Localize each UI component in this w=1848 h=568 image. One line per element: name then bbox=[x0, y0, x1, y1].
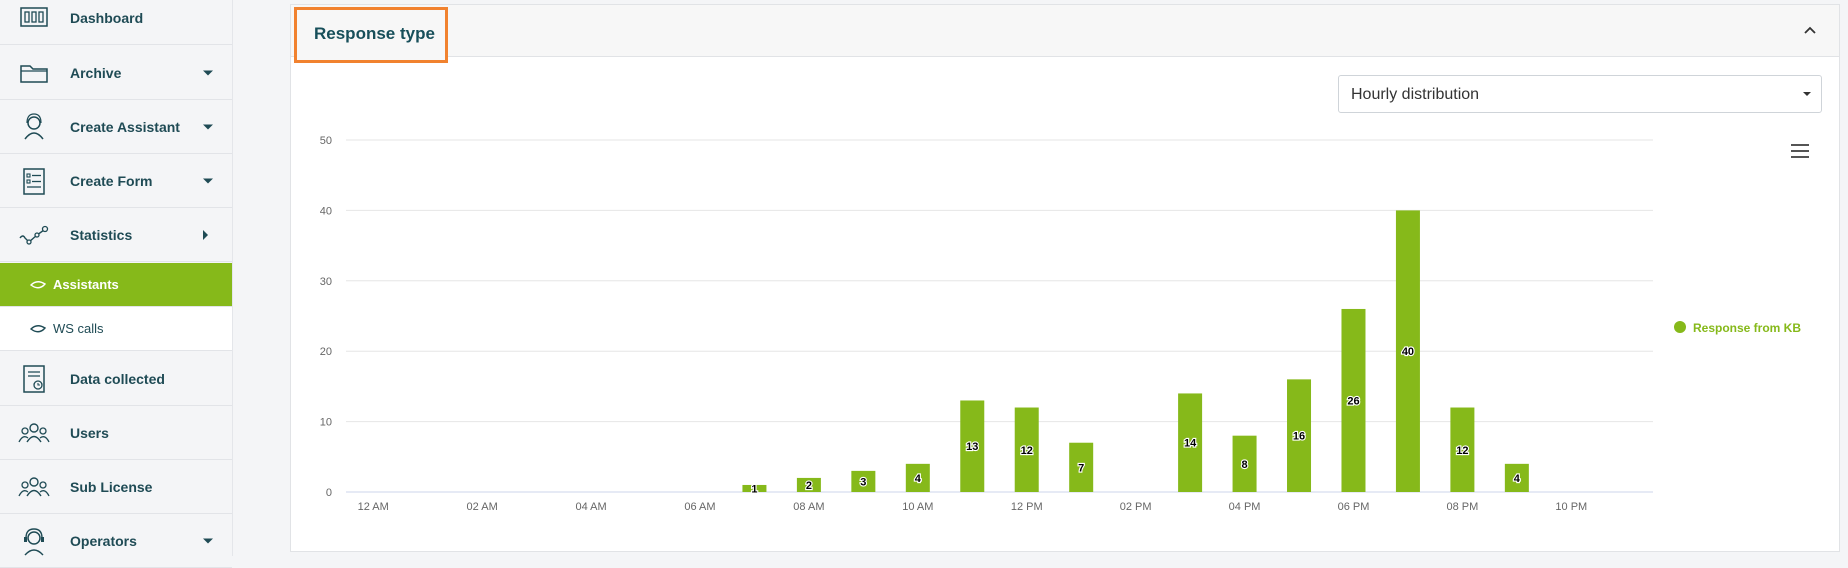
data-label: 3 bbox=[860, 476, 866, 488]
sidebar-subitem-ws-calls[interactable]: WS calls bbox=[0, 307, 232, 351]
x-tick-label: 02 PM bbox=[1120, 501, 1152, 513]
data-label: 16 bbox=[1293, 431, 1305, 443]
leaf-icon bbox=[30, 324, 46, 332]
data-label: 14 bbox=[1184, 438, 1197, 450]
sidebar-item-create-form[interactable]: Create Form bbox=[0, 154, 232, 208]
sidebar-item-label: Operators bbox=[70, 532, 137, 549]
x-tick-label: 06 PM bbox=[1338, 501, 1370, 513]
x-tick-label: 12 AM bbox=[358, 501, 389, 513]
sidebar-subitem-label: Assistants bbox=[53, 277, 119, 292]
chevron-down-icon bbox=[203, 124, 213, 129]
legend-marker bbox=[1674, 321, 1686, 333]
x-tick-label: 10 PM bbox=[1555, 501, 1587, 513]
sidebar-item-dashboard[interactable]: Dashboard bbox=[0, 0, 232, 45]
folder-icon bbox=[20, 64, 48, 83]
response-type-chart: 010203040501 2 3 413 12714816264012412 AM 02 … bbox=[320, 135, 1802, 513]
sidebar-item-label: Data collected bbox=[70, 370, 165, 387]
statistics-icon bbox=[19, 225, 49, 245]
x-tick-label: 12 PM bbox=[1011, 501, 1043, 513]
sidebar-item-archive[interactable]: Archive bbox=[0, 46, 232, 100]
sidebar-item-create-assistant[interactable]: Create Assistant bbox=[0, 100, 232, 154]
data-label: 7 bbox=[1078, 462, 1084, 474]
sub-license-icon bbox=[18, 476, 50, 496]
y-tick-label: 40 bbox=[320, 205, 332, 217]
x-tick-label: 04 PM bbox=[1229, 501, 1261, 513]
x-tick-label: 02 AM bbox=[467, 501, 498, 513]
x-tick-label: 06 AM bbox=[684, 501, 715, 513]
sidebar-item-label: Sub License bbox=[70, 478, 153, 495]
response-type-panel: Response type Hourly distribution 0 10 20 3… bbox=[290, 4, 1840, 552]
sidebar-item-label: Create Form bbox=[70, 172, 153, 189]
dashboard-icon bbox=[20, 6, 48, 27]
operators-icon bbox=[24, 527, 44, 555]
chevron-down-icon bbox=[203, 538, 213, 543]
data-label: 40 bbox=[1402, 346, 1414, 358]
data-label: 13 bbox=[966, 441, 978, 453]
sidebar-item-label: Dashboard bbox=[70, 9, 144, 26]
data-label: 26 bbox=[1347, 395, 1359, 407]
x-tick-label: 08 AM bbox=[793, 501, 824, 513]
x-tick-label: 04 AM bbox=[575, 501, 606, 513]
data-label: 4 bbox=[915, 473, 922, 485]
data-label: 8 bbox=[1242, 459, 1248, 471]
y-tick-label: 20 bbox=[320, 346, 332, 358]
sidebar: Dashboard Archive Create Assistant Creat… bbox=[0, 0, 233, 568]
y-tick-label: 10 bbox=[320, 417, 332, 429]
sidebar-item-label: Users bbox=[70, 424, 109, 441]
sidebar-item-sub-license[interactable]: Sub License bbox=[0, 460, 232, 514]
data-label: 1 bbox=[751, 483, 757, 495]
data-label: 4 bbox=[1514, 473, 1521, 485]
chevron-right-icon bbox=[203, 229, 208, 240]
y-tick-label: 0 bbox=[326, 487, 332, 499]
data-collected-icon bbox=[23, 364, 45, 393]
sidebar-item-users[interactable]: Users bbox=[0, 406, 232, 460]
assistant-icon bbox=[24, 112, 44, 139]
leaf-icon bbox=[30, 280, 46, 288]
y-tick-label: 50 bbox=[320, 135, 332, 147]
data-label: 12 bbox=[1456, 445, 1468, 457]
chevron-down-icon bbox=[203, 178, 213, 183]
legend-label: Response from KB bbox=[1693, 321, 1801, 335]
sidebar-subitem-assistants[interactable]: Assistants bbox=[0, 263, 232, 307]
sidebar-item-label: Statistics bbox=[70, 226, 133, 243]
sidebar-item-statistics[interactable]: Statistics bbox=[0, 208, 232, 262]
sidebar-item-label: Create Assistant bbox=[70, 118, 180, 135]
chevron-down-icon bbox=[203, 70, 213, 75]
sidebar-subitem-label: WS calls bbox=[53, 321, 104, 336]
form-icon bbox=[23, 167, 45, 195]
data-label: 12 bbox=[1021, 445, 1033, 457]
users-icon bbox=[18, 422, 50, 442]
sidebar-item-operators[interactable]: Operators bbox=[0, 514, 232, 568]
x-tick-label: 08 PM bbox=[1446, 501, 1478, 513]
data-label: 2 bbox=[806, 480, 812, 492]
y-tick-label: 30 bbox=[320, 276, 332, 288]
sidebar-item-label: Archive bbox=[70, 64, 122, 81]
x-tick-label: 10 AM bbox=[902, 501, 933, 513]
sidebar-item-data-collected[interactable]: Data collected bbox=[0, 352, 232, 406]
